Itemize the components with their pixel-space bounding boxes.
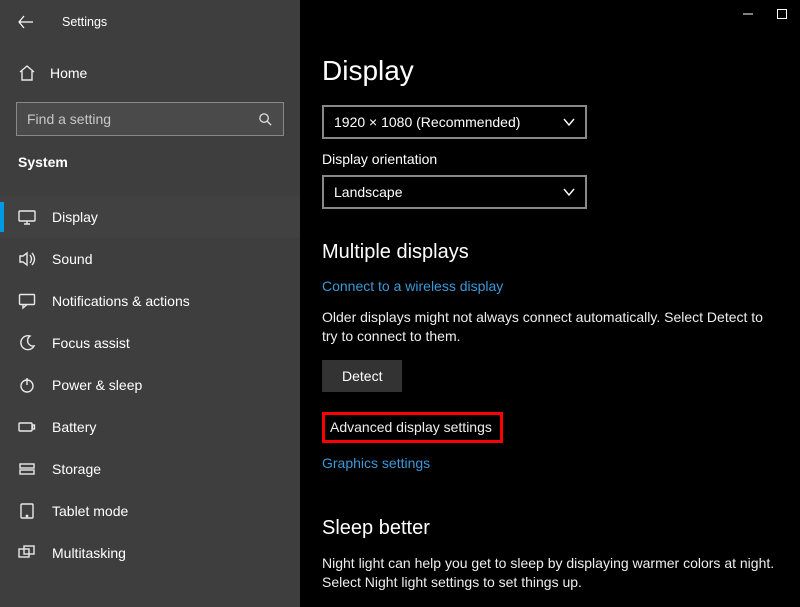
chevron-down-icon — [563, 116, 575, 128]
home-nav[interactable]: Home — [0, 52, 300, 94]
sleep-better-text: Night light can help you get to sleep by… — [322, 554, 778, 592]
orientation-value: Landscape — [334, 184, 403, 200]
advanced-display-settings-link[interactable]: Advanced display settings — [322, 412, 503, 443]
back-button[interactable] — [18, 14, 34, 30]
search-input[interactable] — [27, 111, 258, 127]
nav-item-power-sleep[interactable]: Power & sleep — [0, 364, 300, 406]
resolution-value: 1920 × 1080 (Recommended) — [334, 114, 520, 130]
nav-label: Focus assist — [52, 335, 130, 351]
orientation-dropdown[interactable]: Landscape — [322, 175, 587, 209]
sleep-better-title: Sleep better — [322, 517, 778, 540]
nav-item-battery[interactable]: Battery — [0, 406, 300, 448]
nav-list: Display Sound Notifications & actions Fo… — [0, 196, 300, 574]
nav-label: Tablet mode — [52, 503, 128, 519]
detect-button[interactable]: Detect — [322, 360, 402, 392]
sidebar: Settings Home System Display Sound Notif… — [0, 0, 300, 607]
nav-label: Storage — [52, 461, 101, 477]
titlebar: Settings — [0, 8, 300, 38]
nav-label: Battery — [52, 419, 96, 435]
chat-icon — [18, 292, 36, 310]
speaker-icon — [18, 250, 36, 268]
chevron-down-icon — [563, 186, 575, 198]
multitask-icon — [18, 544, 36, 562]
category-title: System — [0, 150, 300, 178]
search-box[interactable] — [16, 102, 284, 136]
nav-item-notifications[interactable]: Notifications & actions — [0, 280, 300, 322]
resolution-dropdown[interactable]: 1920 × 1080 (Recommended) — [322, 105, 587, 139]
search-icon — [258, 112, 273, 127]
storage-icon — [18, 460, 36, 478]
nav-label: Display — [52, 209, 98, 225]
nav-label: Notifications & actions — [52, 293, 190, 309]
nav-item-multitasking[interactable]: Multitasking — [0, 532, 300, 574]
page-title: Display — [322, 55, 778, 87]
home-icon — [18, 64, 36, 82]
nav-item-sound[interactable]: Sound — [0, 238, 300, 280]
graphics-settings-link[interactable]: Graphics settings — [322, 455, 430, 471]
window-buttons — [742, 8, 788, 20]
home-label: Home — [50, 65, 87, 81]
nav-label: Sound — [52, 251, 92, 267]
nav-item-focus-assist[interactable]: Focus assist — [0, 322, 300, 364]
battery-icon — [18, 418, 36, 436]
nav-item-storage[interactable]: Storage — [0, 448, 300, 490]
maximize-button[interactable] — [776, 8, 788, 20]
older-displays-help: Older displays might not always connect … — [322, 308, 778, 346]
window-title: Settings — [62, 15, 107, 29]
power-icon — [18, 376, 36, 394]
nav-item-tablet-mode[interactable]: Tablet mode — [0, 490, 300, 532]
moon-icon — [18, 334, 36, 352]
nav-item-display[interactable]: Display — [0, 196, 300, 238]
multiple-displays-title: Multiple displays — [322, 241, 778, 264]
main-content: Display 1920 × 1080 (Recommended) Displa… — [300, 0, 800, 607]
monitor-icon — [18, 208, 36, 226]
tablet-icon — [18, 502, 36, 520]
nav-label: Multitasking — [52, 545, 126, 561]
wireless-display-link[interactable]: Connect to a wireless display — [322, 278, 503, 294]
nav-label: Power & sleep — [52, 377, 142, 393]
minimize-button[interactable] — [742, 8, 754, 20]
orientation-label: Display orientation — [322, 151, 778, 167]
